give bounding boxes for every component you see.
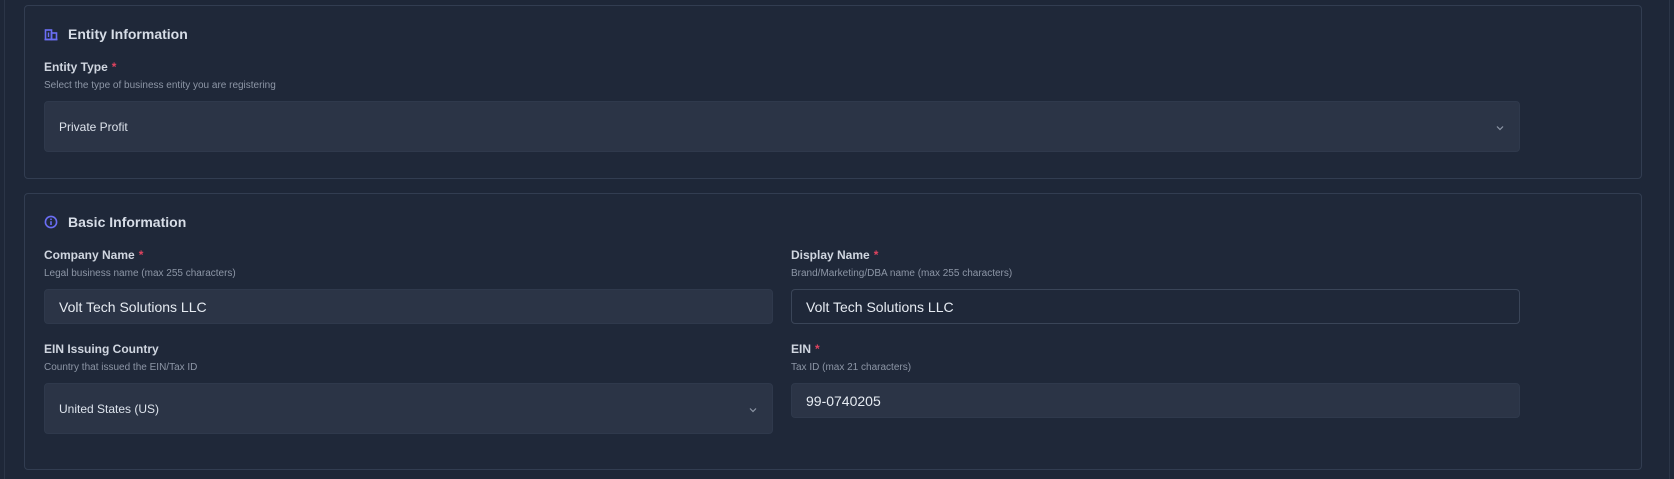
basic-information-card: Basic Information Company Name * Legal b… — [24, 193, 1642, 470]
company-name-value: Volt Tech Solutions LLC — [59, 298, 207, 315]
entity-type-value: Private Profit — [59, 119, 128, 134]
display-name-input[interactable]: Volt Tech Solutions LLC — [791, 289, 1520, 324]
ein-country-field: EIN Issuing Country Country that issued … — [44, 342, 197, 373]
display-name-hint: Brand/Marketing/DBA name (max 255 charac… — [791, 268, 1013, 279]
section-title: Basic Information — [68, 214, 187, 230]
entity-type-label: Entity Type — [44, 60, 108, 74]
entity-information-card: Entity Information Entity Type * Select … — [24, 5, 1642, 179]
ein-field: EIN * Tax ID (max 21 characters) — [791, 342, 911, 373]
section-title: Entity Information — [68, 26, 188, 42]
ein-country-label: EIN Issuing Country — [44, 342, 159, 356]
required-marker: * — [138, 248, 144, 262]
page: Entity Information Entity Type * Select … — [4, 0, 1670, 479]
entity-type-field: Entity Type * Select the type of busines… — [44, 60, 276, 91]
entity-information-header: Entity Information — [44, 26, 188, 42]
ein-country-hint: Country that issued the EIN/Tax ID — [44, 362, 198, 373]
required-marker: * — [111, 60, 117, 74]
company-name-label: Company Name — [44, 248, 135, 262]
chevron-down-icon[interactable] — [748, 404, 758, 414]
ein-label: EIN — [791, 342, 812, 356]
display-name-label: Display Name — [791, 248, 870, 262]
ein-hint: Tax ID (max 21 characters) — [791, 362, 912, 373]
required-marker: * — [815, 342, 820, 356]
chevron-down-icon[interactable] — [1495, 122, 1505, 132]
required-marker: * — [873, 248, 879, 262]
company-name-input[interactable]: Volt Tech Solutions LLC — [44, 289, 773, 324]
ein-country-value: United States (US) — [59, 401, 160, 416]
building-icon — [44, 27, 58, 41]
company-name-field: Company Name * Legal business name (max … — [44, 248, 236, 279]
ein-input[interactable]: 99-0740205 — [791, 383, 1520, 418]
info-circle-icon — [44, 215, 58, 229]
ein-value: 99-0740205 — [806, 392, 881, 409]
display-name-field: Display Name * Brand/Marketing/DBA name … — [791, 248, 1012, 279]
basic-information-header: Basic Information — [44, 214, 186, 230]
ein-country-select[interactable]: United States (US) — [44, 383, 773, 434]
company-name-hint: Legal business name (max 255 characters) — [44, 268, 236, 279]
entity-type-select[interactable]: Private Profit — [44, 101, 1520, 152]
display-name-value: Volt Tech Solutions LLC — [806, 298, 954, 315]
entity-type-hint: Select the type of business entity you a… — [44, 80, 276, 91]
